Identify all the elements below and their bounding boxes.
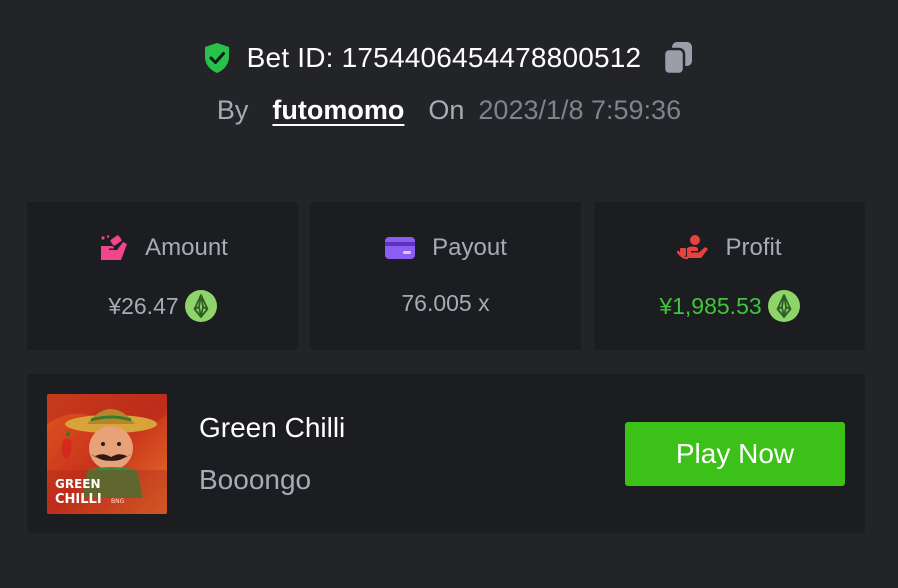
thumb-title-line2: CHILLI [55, 492, 102, 507]
on-label: On [428, 94, 465, 125]
bet-id: Bet ID: 1754406454478800512 [246, 42, 642, 73]
bet-id-row: Bet ID: 1754406454478800512 [0, 38, 898, 78]
copy-icon[interactable] [661, 40, 695, 76]
shield-check-icon [203, 42, 231, 74]
profit-label: Profit [725, 234, 782, 261]
hand-money-icon [97, 234, 129, 262]
bet-meta-row: By futomomo On 2023/1/8 7:59:36 [0, 90, 898, 130]
payout-value: 76.005 x [401, 290, 490, 316]
hand-coins-icon [677, 234, 709, 262]
by-label: By [216, 94, 249, 125]
game-provider: Booongo [199, 464, 312, 495]
card-icon [384, 234, 416, 262]
eos-coin-icon [184, 290, 217, 322]
payout-label: Payout [432, 234, 507, 261]
bet-date: 2023/1/8 7:59:36 [478, 94, 682, 125]
thumb-title-line1: GREEN [55, 477, 101, 491]
amount-value: ¥26.47 [108, 292, 179, 319]
eos-coin-icon [767, 290, 800, 322]
game-thumbnail[interactable]: GREEN CHILLI BNG [47, 394, 167, 514]
payout-card: Payout 76.005 x [310, 202, 581, 350]
profit-card: Profit ¥1,985.53 [594, 202, 865, 350]
amount-label: Amount [145, 234, 228, 261]
thumb-brand: BNG [111, 498, 125, 505]
game-title: Green Chilli [199, 412, 346, 443]
username-link[interactable]: futomomo [272, 95, 404, 126]
play-now-button[interactable]: Play Now [625, 422, 845, 486]
amount-card: Amount ¥26.47 [27, 202, 298, 350]
profit-value: ¥1,985.53 [659, 292, 762, 319]
game-card: GREEN CHILLI BNG Green Chilli Booongo Pl… [27, 374, 865, 533]
